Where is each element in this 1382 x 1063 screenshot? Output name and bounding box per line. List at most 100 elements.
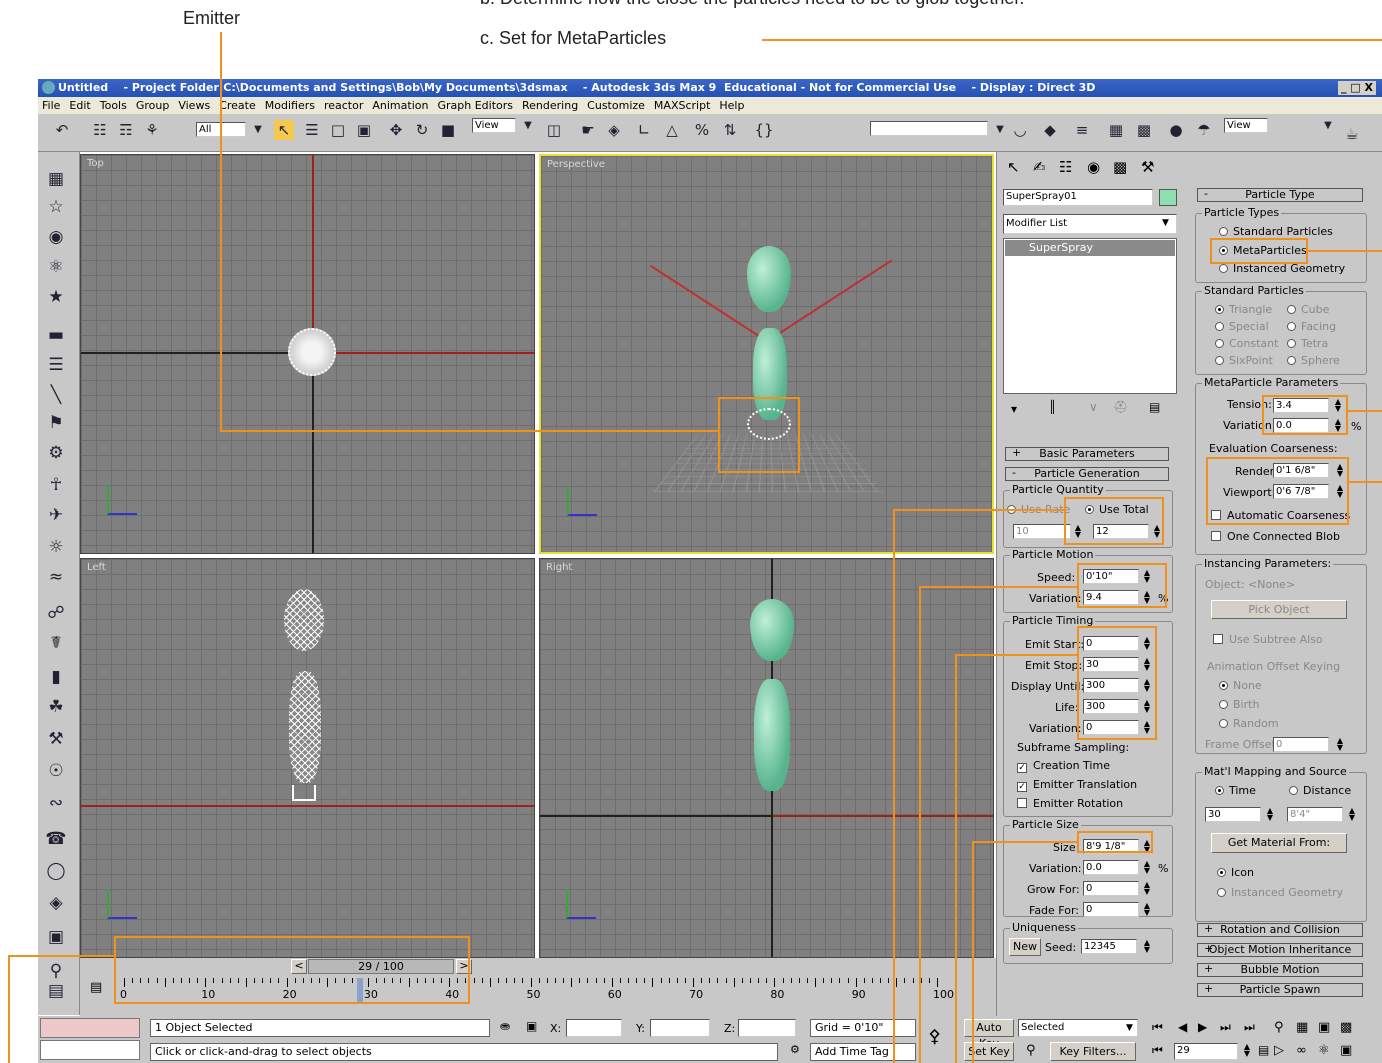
menu-item-graph-editors[interactable]: Graph Editors [437,99,513,112]
current-frame-spinner[interactable]: ▲ ▼ [1242,1043,1252,1058]
instanced-geometry-source-radio[interactable]: Instanced Geometry [1217,886,1343,899]
named-selection-set-field[interactable] [870,121,988,136]
rectangular-region-icon[interactable]: □ [328,120,348,140]
mirror-icon[interactable]: ◡ [1010,120,1030,140]
helpers-icon[interactable]: ⚙ [45,442,67,464]
biped-icon[interactable]: ☘ [45,696,67,718]
waves-icon[interactable]: ≈ [45,566,67,588]
current-frame-field[interactable]: 29 [1174,1043,1238,1060]
set-key-icon[interactable]: ⚴ [928,1026,941,1047]
menu-item-reactor[interactable]: reactor [324,99,363,112]
shapes-icon[interactable]: ☆ [45,196,67,218]
grow-for-field[interactable]: 0 [1083,881,1139,896]
maxscript-listener-white[interactable] [40,1040,140,1060]
particles-icon[interactable]: ⚛ [45,256,67,278]
schematic-view-icon[interactable]: ▩ [1134,120,1154,140]
go-to-end-icon[interactable]: ⏭ [1244,1020,1255,1035]
rollout-rotation-collision[interactable]: + Rotation and Collision [1197,923,1363,937]
metaparticle-blob-middle[interactable] [754,679,790,791]
frame-offset-spinner[interactable]: ▲ ▼ [1335,737,1345,752]
modify-tab-icon[interactable]: ✍ [1033,158,1046,176]
menu-item-modifiers[interactable]: Modifiers [265,99,315,112]
metaparticle-blob-middle[interactable] [289,671,321,783]
modifier-list-dropdown[interactable]: Modifier List [1003,214,1177,234]
show-end-result-icon[interactable]: ║ [1049,400,1056,414]
bones-icon[interactable]: ☤ [45,632,67,654]
menu-item-maxscript[interactable]: MAXScript [654,99,710,112]
maxscript-listener-pink[interactable] [40,1018,140,1038]
motion-tab-icon[interactable]: ◉ [1087,158,1100,176]
keyboard-shortcut-icon[interactable]: ◈ [604,120,624,140]
select-manipulate-icon[interactable]: ☛ [578,120,598,140]
viewport-top[interactable]: Top [80,154,535,554]
get-material-button[interactable]: Get Material From: [1211,833,1347,853]
reactor-icon[interactable]: ☉ [45,760,67,782]
select-object-icon[interactable]: ↖ [274,120,294,140]
configure-modifier-icon[interactable]: ▤ [1149,400,1160,414]
render-type-dropdown[interactable]: View [1224,118,1268,133]
rollout-particle-generation[interactable]: - Particle Generation [1005,467,1169,481]
emitter-left-view[interactable] [292,785,316,801]
cloth-icon[interactable]: ∾ [45,792,67,814]
time-radio[interactable]: Time [1215,784,1256,797]
field-of-view-icon[interactable]: ∞ [1296,1043,1307,1058]
render-setup-icon[interactable]: ☂ [1194,120,1214,140]
emitter-rotation-checkbox[interactable]: Emitter Rotation [1017,797,1123,810]
one-connected-blob-checkbox[interactable]: One Connected Blob [1211,530,1340,543]
zoom-all-icon[interactable]: ▦ [1296,1020,1308,1035]
menu-item-help[interactable]: Help [719,99,744,112]
menu-item-file[interactable]: File [42,99,60,112]
time-spinner[interactable]: ▲ ▼ [1265,807,1275,822]
modifier-icon[interactable]: ☼ [45,536,67,558]
menu-item-rendering[interactable]: Rendering [522,99,578,112]
menu-item-views[interactable]: Views [178,99,210,112]
align-icon[interactable]: ◆ [1040,120,1060,140]
stack-item-superspray[interactable]: SuperSpray [1005,240,1175,256]
absolute-transform-icon[interactable]: ▣ [526,1019,537,1033]
zoom-viewport-icon[interactable]: ⚲ [1274,1020,1284,1035]
display-icon[interactable]: ▮ [45,666,67,688]
none-radio[interactable]: None [1219,679,1262,692]
undo-icon[interactable]: ↶ [52,120,72,140]
select-by-name-icon[interactable]: ☰ [302,120,322,140]
pin-stack-icon[interactable]: ▾ [1011,402,1017,416]
triangle-radio[interactable]: Triangle [1215,303,1272,316]
fade-for-field[interactable]: 0 [1083,902,1139,917]
sphere-radio[interactable]: Sphere [1287,354,1340,367]
distance-radio[interactable]: Distance [1289,784,1351,797]
arc-rotate-icon[interactable]: ⚛ [1318,1043,1330,1058]
frame-offset-field[interactable]: 0 [1273,737,1329,752]
key-filters-button[interactable]: Key Filters... [1050,1042,1136,1061]
constant-radio[interactable]: Constant [1215,337,1278,350]
object-color-swatch[interactable] [1159,189,1177,206]
make-unique-icon[interactable]: ∨ [1089,400,1098,414]
go-to-start-icon[interactable]: ⏮ [1152,1020,1163,1035]
utilities-tab-icon[interactable]: ⚒ [1141,158,1154,176]
size-variation-spinner[interactable]: ▲ ▼ [1142,860,1152,875]
viewport-right[interactable]: Right [539,558,994,958]
metaparticle-blob-top[interactable] [284,589,324,651]
rotate-icon[interactable]: ↻ [412,120,432,140]
spinner-snap-icon[interactable]: ⇅ [720,120,740,140]
utilities-icon[interactable]: ⚒ [45,728,67,750]
key-mode-icon[interactable]: ⏮ [1152,1043,1163,1058]
quick-render-teapot-icon[interactable]: ☕ [1342,124,1362,144]
menu-item-tools[interactable]: Tools [100,99,127,112]
track-bar-config-icon[interactable]: ▤ [90,980,102,995]
preview-icon[interactable]: ▣ [45,926,67,948]
material-editor-icon[interactable]: ● [1166,120,1186,140]
metaparticle-blob-top[interactable] [747,246,791,312]
new-seed-button[interactable]: New [1009,938,1041,956]
spacewarps-icon[interactable]: ☥ [45,474,67,496]
window-controls[interactable]: _ □ X [1337,81,1376,95]
zoom-extents-icon[interactable]: ▣ [1318,1020,1330,1035]
dropdown-arrow-icon[interactable]: ▼ [990,120,1010,140]
random-radio[interactable]: Random [1219,717,1279,730]
add-time-tag-field[interactable]: Add Time Tag [810,1043,916,1061]
next-frame-icon[interactable]: ⏭ [1220,1020,1231,1035]
dropdown-arrow-icon[interactable]: ▼ [1126,1023,1133,1033]
x-coord-field[interactable] [566,1019,622,1037]
menu-item-customize[interactable]: Customize [587,99,645,112]
dropdown-arrow-icon[interactable]: ▼ [248,120,268,140]
create-tab-icon[interactable]: ↖ [1007,158,1020,176]
